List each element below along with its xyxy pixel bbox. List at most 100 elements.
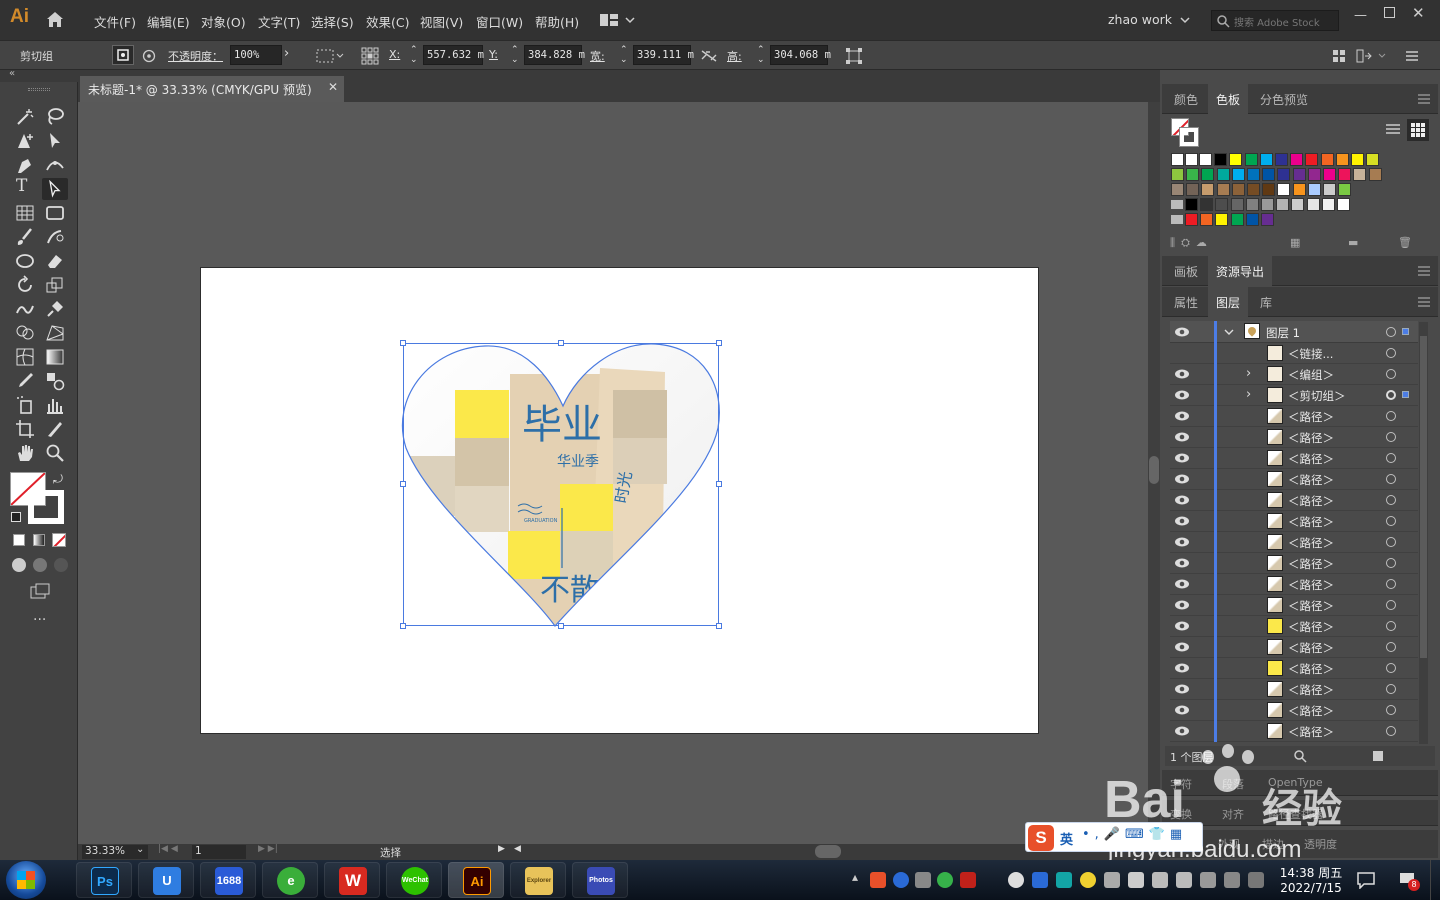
swatch[interactable] — [1186, 168, 1200, 181]
swatch-fill-stroke-indicator[interactable] — [1171, 118, 1199, 147]
y-field[interactable]: 384.828 m — [524, 45, 585, 65]
puppet-warp-icon[interactable] — [44, 298, 66, 320]
transform-icon[interactable] — [845, 47, 863, 65]
tray-app4-icon[interactable] — [1080, 872, 1096, 888]
layer-target-icon[interactable] — [1386, 327, 1396, 337]
scale-icon[interactable] — [44, 274, 66, 296]
arrange-icon[interactable] — [1332, 49, 1346, 63]
status-menu-icon[interactable]: ▶ — [498, 844, 505, 854]
home-icon[interactable] — [46, 11, 64, 28]
tab-libraries[interactable]: 库 — [1252, 287, 1280, 317]
layer-item-row[interactable]: › ＜剪切组＞ — [1170, 385, 1418, 406]
layer-item-name[interactable]: ＜路径＞ — [1288, 598, 1334, 614]
list-view-icon[interactable] — [1384, 122, 1402, 138]
layer-item-row[interactable]: ＜路径＞ — [1170, 553, 1418, 574]
tray-app5-icon[interactable] — [1104, 872, 1120, 888]
mesh-icon[interactable] — [14, 346, 36, 368]
swatch[interactable] — [1353, 168, 1367, 181]
swatch[interactable] — [1185, 198, 1198, 211]
layer-item-row[interactable]: ＜链接... — [1170, 343, 1418, 364]
layer-target-icon[interactable] — [1386, 705, 1396, 715]
swatch[interactable] — [1307, 168, 1321, 181]
swatch[interactable] — [1247, 168, 1260, 181]
layer-item-row[interactable]: ＜路径＞ — [1170, 595, 1418, 616]
taskbar-u[interactable]: U — [138, 862, 194, 898]
opacity-label[interactable]: 不透明度： — [168, 48, 223, 64]
layer-item-row[interactable]: ＜路径＞ — [1170, 721, 1418, 742]
layer-item-row[interactable]: ＜路径＞ — [1170, 532, 1418, 553]
layer-item-row[interactable]: ＜路径＞ — [1170, 637, 1418, 658]
swatch[interactable] — [1171, 168, 1184, 181]
close-tab-icon[interactable]: ✕ — [328, 80, 338, 94]
maximize-button[interactable] — [1384, 7, 1395, 18]
last-artboard-icon[interactable]: ▶ ▶| — [258, 844, 278, 854]
horizontal-scroll-thumb[interactable] — [815, 845, 841, 858]
swatch[interactable] — [1307, 183, 1321, 196]
eyedropper-icon[interactable] — [14, 370, 36, 392]
menu-edit[interactable]: 编辑(E) — [147, 12, 190, 31]
layer-item-name[interactable]: ＜编组＞ — [1288, 367, 1334, 383]
swatch[interactable] — [1368, 168, 1382, 181]
x-stepper-icon[interactable]: ⌃ ⌄ — [410, 45, 418, 65]
control-menu-icon[interactable] — [1405, 50, 1419, 62]
layer-target-icon[interactable] — [1386, 390, 1396, 400]
taskbar-1688[interactable]: 1688 — [200, 862, 256, 898]
menu-select[interactable]: 选择(S) — [311, 12, 354, 31]
swatch[interactable] — [1338, 183, 1352, 196]
rectangle-icon[interactable] — [44, 202, 66, 224]
swatch[interactable] — [1185, 213, 1198, 226]
layer-item-row[interactable]: › ＜编组＞ — [1170, 364, 1418, 385]
ellipse-icon[interactable] — [14, 250, 36, 272]
layer-target-icon[interactable] — [1386, 516, 1396, 526]
tab-transparency[interactable]: 透明度 — [1304, 836, 1337, 852]
handle-top-center[interactable] — [558, 340, 564, 346]
hscroll-left-icon[interactable]: ◀ — [514, 844, 521, 854]
sogou-logo-icon[interactable]: S — [1028, 825, 1054, 851]
tray-volume-icon[interactable] — [1248, 872, 1264, 888]
swatch[interactable] — [1199, 153, 1212, 166]
grid-icon[interactable] — [14, 202, 36, 224]
layer-target-icon[interactable] — [1386, 621, 1396, 631]
menu-help[interactable]: 帮助(H) — [535, 12, 579, 31]
edit-toolbar-icon[interactable]: ··· — [33, 612, 46, 628]
swatch[interactable] — [1245, 198, 1259, 211]
swatch[interactable] — [1292, 168, 1306, 181]
swap-colors-icon[interactable]: ⤾ — [53, 472, 63, 487]
show-desktop-button[interactable] — [1430, 860, 1440, 900]
tray-sogou-icon[interactable] — [870, 872, 886, 888]
action-center-icon[interactable] — [1356, 871, 1376, 889]
clock-time[interactable]: 14:38 周五 — [1278, 864, 1344, 881]
eraser-icon[interactable] — [44, 250, 66, 272]
layer-name[interactable]: 图层 1 — [1266, 325, 1300, 341]
swatch[interactable] — [1277, 168, 1291, 181]
swatch[interactable] — [1231, 183, 1245, 196]
edit-contents-icon[interactable] — [142, 49, 156, 63]
tray-help-icon[interactable] — [893, 872, 909, 888]
layer-item-row[interactable]: ＜路径＞ — [1170, 616, 1418, 637]
menu-view[interactable]: 视图(V) — [420, 12, 463, 31]
swatch-library-icon[interactable]: ⫼ — [1170, 236, 1181, 249]
new-layer-icon[interactable] — [1371, 749, 1385, 763]
swatch[interactable] — [1305, 153, 1319, 166]
opacity-chevron-icon[interactable]: › — [284, 46, 289, 61]
swatch[interactable] — [1290, 153, 1304, 166]
layer-item-name[interactable]: ＜路径＞ — [1288, 535, 1334, 551]
new-color-group-icon[interactable]: ▦ — [1290, 236, 1306, 249]
swatch[interactable] — [1186, 183, 1200, 196]
handle-top-right[interactable] — [716, 340, 722, 346]
expand-chevron-icon[interactable]: › — [1246, 366, 1251, 381]
menu-type[interactable]: 文字(T) — [258, 12, 300, 31]
layer-item-name[interactable]: ＜路径＞ — [1288, 682, 1334, 698]
symbol-sprayer-icon[interactable] — [14, 394, 36, 416]
layer-item-row[interactable]: ＜路径＞ — [1170, 574, 1418, 595]
eye-icon[interactable] — [1174, 599, 1190, 611]
vertical-scrollbar[interactable] — [1148, 102, 1160, 844]
expand-chevron-icon[interactable]: › — [1246, 387, 1251, 402]
arrange-documents-icon[interactable] — [600, 13, 636, 27]
column-graph-icon[interactable] — [44, 394, 66, 416]
eye-icon[interactable] — [1174, 494, 1190, 506]
swatch[interactable] — [1321, 198, 1335, 211]
minimize-button[interactable]: — — [1354, 8, 1367, 23]
layers-menu-icon[interactable] — [1418, 297, 1430, 307]
tab-artboards[interactable]: 画板 — [1166, 256, 1206, 286]
